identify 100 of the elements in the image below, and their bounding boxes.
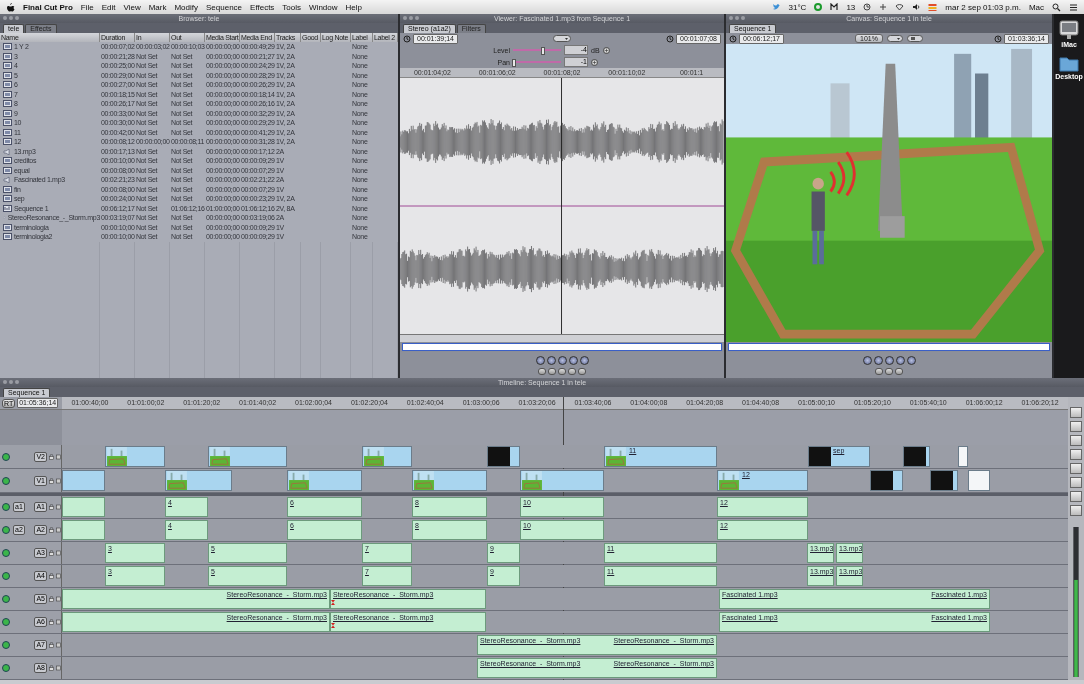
play-button[interactable]: [557, 355, 567, 365]
view-dropdown[interactable]: [886, 35, 903, 42]
bird-icon[interactable]: [771, 3, 781, 11]
video-clip[interactable]: [930, 470, 958, 491]
lock-icon[interactable]: [49, 550, 54, 556]
visibility-toggle[interactable]: [2, 572, 10, 580]
timer-icon: [994, 34, 1002, 43]
mark-button[interactable]: [906, 355, 916, 365]
menu-item[interactable]: Sequence: [206, 2, 243, 12]
dark-thumbnail: [488, 447, 510, 466]
next-button[interactable]: [568, 355, 578, 365]
lock-icon[interactable]: [49, 642, 54, 648]
clock-icon[interactable]: [863, 3, 872, 11]
video-clip[interactable]: [412, 470, 487, 491]
visibility-toggle[interactable]: [2, 526, 10, 534]
video-clip[interactable]: [958, 446, 968, 467]
folder-icon[interactable]: [1059, 54, 1079, 72]
timer-icon: [666, 34, 674, 43]
keyframe-button[interactable]: [602, 46, 610, 54]
menu-item[interactable]: View: [123, 2, 141, 12]
video-clip[interactable]: [968, 470, 990, 491]
select-tool-icon[interactable]: [1070, 421, 1082, 432]
visibility-toggle[interactable]: [2, 618, 10, 626]
mark-button[interactable]: [862, 355, 872, 365]
scrubber-bar[interactable]: [728, 343, 1050, 351]
user-name[interactable]: Mac: [1028, 2, 1044, 12]
lock-icon[interactable]: [49, 527, 54, 533]
flag-icon[interactable]: [928, 2, 938, 12]
video-clip[interactable]: [62, 470, 105, 491]
menu-item[interactable]: Window: [309, 2, 338, 12]
visibility-toggle[interactable]: [2, 549, 10, 557]
blade-tool-icon[interactable]: [1070, 435, 1082, 446]
slip-tool-icon[interactable]: [1070, 505, 1082, 516]
dark-thumbnail: [871, 471, 893, 490]
video-clip[interactable]: [487, 446, 520, 467]
visibility-toggle[interactable]: [2, 664, 10, 672]
lock-icon[interactable]: [49, 453, 54, 460]
menu-item[interactable]: File: [80, 2, 94, 12]
video-clip[interactable]: [903, 446, 930, 467]
dark-thumbnail: [904, 447, 926, 466]
mark-button[interactable]: [535, 355, 545, 365]
lock-icon[interactable]: [49, 477, 54, 484]
dark-thumbnail: [809, 447, 831, 466]
search-icon[interactable]: [1052, 2, 1061, 12]
previous-button[interactable]: [873, 355, 883, 365]
menu-item[interactable]: Edit: [101, 2, 116, 12]
menu-icon[interactable]: [1069, 2, 1078, 12]
keyframe-button[interactable]: [591, 58, 598, 66]
crop-tool-icon[interactable]: [1070, 477, 1082, 488]
visibility-toggle[interactable]: [2, 452, 10, 461]
lock-icon[interactable]: [49, 665, 54, 671]
visibility-toggle[interactable]: [2, 503, 10, 511]
timer-icon: [729, 34, 737, 43]
weather-text[interactable]: 31°C: [788, 2, 807, 12]
visibility-toggle[interactable]: [2, 476, 10, 485]
menu-item[interactable]: Tools: [282, 2, 302, 12]
status-icon[interactable]: [814, 3, 823, 11]
video-clip[interactable]: [362, 446, 412, 467]
video-clip[interactable]: [287, 470, 362, 491]
next-button[interactable]: [895, 355, 905, 365]
scroll-bar[interactable]: [0, 680, 1084, 684]
display-dropdown[interactable]: [906, 35, 923, 42]
scroll-bar[interactable]: [400, 334, 724, 342]
lock-icon[interactable]: [49, 573, 54, 579]
video-clip[interactable]: [208, 446, 287, 467]
visibility-toggle[interactable]: [2, 641, 10, 649]
visibility-toggle[interactable]: [2, 595, 10, 603]
apple-icon[interactable]: [6, 2, 15, 12]
pen-tool-icon[interactable]: [1070, 491, 1082, 502]
slider-thumb[interactable]: [540, 47, 545, 55]
video-clip[interactable]: [870, 470, 903, 491]
menu-item[interactable]: Help: [345, 2, 362, 12]
volume-icon[interactable]: [912, 3, 921, 11]
mark-button[interactable]: [579, 355, 589, 365]
audio-clip[interactable]: [62, 497, 105, 517]
lock-icon[interactable]: [49, 596, 54, 602]
audio-clip[interactable]: [62, 520, 105, 540]
previous-button[interactable]: [546, 355, 556, 365]
view-dropdown[interactable]: [553, 35, 571, 42]
zoom-tool-icon[interactable]: [1070, 463, 1082, 474]
menu-item[interactable]: Mark: [148, 2, 167, 12]
speaker-icon: [3, 147, 12, 155]
menu-item[interactable]: Effects: [250, 2, 275, 12]
mail-icon[interactable]: [830, 3, 839, 11]
hand-tool-icon[interactable]: [1070, 449, 1082, 460]
mail-count[interactable]: 13: [846, 2, 856, 12]
clock-text[interactable]: mar 2 sep 01:03 p.m.: [945, 2, 1021, 12]
timer-icon: [403, 34, 411, 43]
lock-icon[interactable]: [49, 504, 54, 510]
video-clip[interactable]: [520, 470, 604, 491]
slider-thumb[interactable]: [511, 59, 516, 67]
app-menu[interactable]: Final Cut Pro: [23, 2, 73, 12]
video-clip[interactable]: [165, 470, 232, 491]
video-clip[interactable]: [105, 446, 165, 467]
menu-item[interactable]: Modify: [174, 2, 198, 12]
computer-icon[interactable]: [1059, 20, 1079, 40]
scrubber-bar[interactable]: [402, 343, 722, 351]
lock-icon[interactable]: [49, 619, 54, 625]
play-button[interactable]: [884, 355, 894, 365]
arrow-tool-icon[interactable]: [1070, 407, 1082, 418]
